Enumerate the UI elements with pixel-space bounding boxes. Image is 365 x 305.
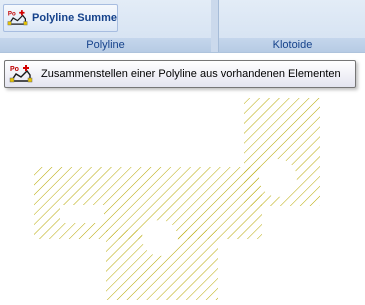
polyline-sum-icon: Po [7,10,28,26]
group-label-polyline: Polyline [0,38,211,52]
polyline-sum-icon: Po [9,65,33,83]
ribbon-group-klotoide: Klotoide [218,0,365,52]
tooltip: Po Zusammenstellen einer Polyline aus vo… [4,60,356,88]
svg-text:Po: Po [10,66,19,73]
svg-text:Po: Po [8,10,16,17]
ribbon: Po Polyline Summe Polyline Klotoide [0,0,365,53]
tooltip-text: Zusammenstellen einer Polyline aus vorha… [41,68,341,80]
hatched-drawing-area [34,98,320,300]
hatched-region [34,98,320,300]
polyline-summe-button[interactable]: Po Polyline Summe [3,4,118,32]
ribbon-group-polyline: Po Polyline Summe Polyline [0,0,212,52]
ribbon-separator [211,0,218,52]
polyline-summe-label: Polyline Summe [32,12,117,24]
group-label-klotoide: Klotoide [219,38,365,52]
